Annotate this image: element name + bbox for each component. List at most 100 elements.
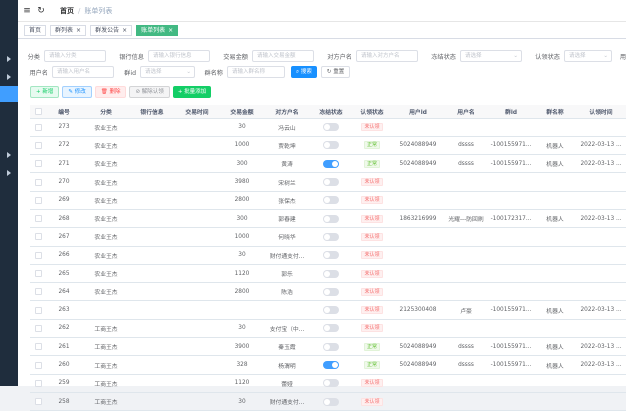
checkbox[interactable] <box>34 361 42 369</box>
frozen-toggle[interactable] <box>323 178 339 187</box>
table-row[interactable]: 260 工商王杰 328 杨渭明 正常 5024088949 dssss -100155971… <box>30 355 626 375</box>
bank-info-input[interactable]: 请输入银行信息 <box>148 50 210 62</box>
frozen-toggle[interactable] <box>323 232 339 241</box>
row-checkbox-cell[interactable] <box>30 191 46 210</box>
table-row[interactable]: 262 工商王杰 30 支付宝（中... 未认领 <box>30 319 626 339</box>
table-row[interactable]: 263 未认领 2125300408 卢豪 -100155971... 机器人 2022-0… <box>30 300 626 320</box>
row-checkbox-cell[interactable] <box>30 337 46 357</box>
row-checkbox-cell[interactable] <box>30 319 46 339</box>
checkbox[interactable] <box>34 343 42 351</box>
checkbox[interactable] <box>34 123 42 131</box>
frozen-toggle[interactable] <box>323 251 339 260</box>
row-checkbox-cell[interactable] <box>30 264 46 284</box>
checkbox[interactable] <box>34 107 42 115</box>
sidebar-arrow-icon[interactable] <box>7 170 11 176</box>
close-icon[interactable]: × <box>76 27 81 34</box>
hamburger-icon[interactable]: ≡ <box>22 6 32 16</box>
search-button[interactable]: ⌕ 搜索 <box>291 66 317 78</box>
row-checkbox-cell[interactable] <box>30 282 46 302</box>
table-row[interactable]: 270 农业王杰 3980 宋树兰 未认领 <box>30 172 626 192</box>
table-row[interactable]: 264 农业王杰 2800 陈浩 未认领 <box>30 282 626 302</box>
table-row[interactable]: 268 农业王杰 300 郭春建 未认领 1863216999 光耀---防回刷 -10017… <box>30 209 626 229</box>
table-row[interactable]: 267 农业王杰 1000 何晓华 未认领 <box>30 227 626 247</box>
frozen-toggle[interactable] <box>323 123 339 132</box>
username-input[interactable]: 请输入用户名 <box>52 66 114 78</box>
group-name-input[interactable]: 请输入群名称 <box>227 66 285 78</box>
row-checkbox-cell[interactable] <box>30 136 46 156</box>
row-checkbox-cell[interactable] <box>30 227 46 247</box>
unclaim-button[interactable]: ⊘ 解除认领 <box>129 86 170 98</box>
checkbox[interactable] <box>34 178 42 186</box>
frozen-toggle[interactable] <box>323 196 339 205</box>
tab-group-list[interactable]: 群列表 × <box>50 24 87 36</box>
checkbox[interactable] <box>34 215 42 223</box>
checkbox[interactable] <box>34 306 42 314</box>
close-icon[interactable]: × <box>122 27 127 34</box>
tab-bill-list[interactable]: 账单列表 × <box>136 24 179 36</box>
delete-button[interactable]: 🗑 删除 <box>94 86 127 98</box>
category-input[interactable]: 请输入分类 <box>44 50 106 62</box>
table-row[interactable]: 273 农业王杰 30 冯云山 未认领 <box>30 118 626 137</box>
frozen-toggle[interactable] <box>323 269 339 278</box>
group-id-select[interactable]: 请选择 ⌄ <box>140 66 195 78</box>
checkbox[interactable] <box>34 288 42 296</box>
amount-input[interactable]: 请输入交易金额 <box>252 50 314 62</box>
row-checkbox-cell[interactable] <box>30 154 46 174</box>
row-checkbox-cell[interactable] <box>30 392 46 411</box>
frozen-toggle[interactable] <box>323 397 339 406</box>
refresh-icon[interactable]: ↻ <box>36 6 46 16</box>
checkbox[interactable] <box>34 398 42 406</box>
frozen-toggle[interactable] <box>323 159 339 168</box>
checkbox[interactable] <box>34 251 42 259</box>
frozen-toggle[interactable] <box>323 379 339 388</box>
cell-cat: 工商王杰 <box>82 374 130 393</box>
frozen-toggle[interactable] <box>323 141 339 150</box>
table-row[interactable]: 261 工商王杰 3900 秦玉霞 正常 5024088949 dssss -10015597… <box>30 337 626 357</box>
batch-add-button[interactable]: + 批量添加 <box>172 86 212 98</box>
claim-status-select[interactable]: 请选择 ⌄ <box>564 50 612 62</box>
table-row[interactable]: 258 工商王杰 30 财付通支付... 未认领 <box>30 392 626 411</box>
tab-home[interactable]: 首页 <box>24 24 47 36</box>
checkbox[interactable] <box>34 160 42 168</box>
counterparty-input[interactable]: 请输入对方户名 <box>356 50 418 62</box>
row-checkbox-cell[interactable] <box>30 209 46 229</box>
table-row[interactable]: 265 农业王杰 1120 郭乐 未认领 <box>30 264 626 284</box>
table-row[interactable]: 269 农业王杰 2800 张保杰 未认领 <box>30 191 626 210</box>
row-checkbox-cell[interactable] <box>30 300 46 320</box>
edit-button[interactable]: ✎ 修改 <box>62 86 92 98</box>
select-all-checkbox-cell[interactable] <box>30 105 46 119</box>
reset-button[interactable]: ↻ 重置 <box>320 66 351 78</box>
checkbox[interactable] <box>34 233 42 241</box>
sidebar-item-active[interactable] <box>0 86 18 102</box>
row-checkbox-cell[interactable] <box>30 355 46 375</box>
table-row[interactable]: 259 工商王杰 1120 蕾娅 未认领 <box>30 374 626 393</box>
row-checkbox-cell[interactable] <box>30 246 46 265</box>
sidebar-arrow-icon[interactable] <box>7 74 11 80</box>
checkbox[interactable] <box>34 324 42 332</box>
frozen-toggle[interactable] <box>323 324 339 333</box>
sidebar-arrow-icon[interactable] <box>7 56 11 62</box>
checkbox[interactable] <box>34 270 42 278</box>
frozen-toggle[interactable] <box>323 214 339 223</box>
frozen-toggle[interactable] <box>323 342 339 351</box>
checkbox[interactable] <box>34 141 42 149</box>
checkbox[interactable] <box>34 196 42 204</box>
breadcrumb-home[interactable]: 首页 <box>60 6 74 16</box>
frozen-toggle[interactable] <box>323 361 339 369</box>
add-button[interactable]: + 新增 <box>30 86 60 98</box>
table-row[interactable]: 271 农业王杰 300 黄涛 正常 5024088949 dssss -100155971.… <box>30 154 626 174</box>
cell-gid <box>488 191 534 210</box>
table-row[interactable]: 272 农业王杰 1000 贾乾坤 正常 5024088949 dssss -10015597… <box>30 136 626 156</box>
table-row[interactable]: 266 农业王杰 30 财付通支付... 未认领 <box>30 246 626 265</box>
frozen-toggle[interactable] <box>323 306 339 315</box>
sidebar-arrow-icon[interactable] <box>7 152 11 158</box>
frozen-status-select[interactable]: 请选择 ⌄ <box>460 50 522 62</box>
row-checkbox-cell[interactable] <box>30 374 46 393</box>
filter-label: 用户Id <box>619 53 626 61</box>
close-icon[interactable]: × <box>168 27 173 34</box>
cell-time <box>174 227 220 247</box>
tab-group-notice[interactable]: 群发公告 × <box>90 24 133 36</box>
row-checkbox-cell[interactable] <box>30 172 46 192</box>
row-checkbox-cell[interactable] <box>30 118 46 137</box>
frozen-toggle[interactable] <box>323 287 339 296</box>
